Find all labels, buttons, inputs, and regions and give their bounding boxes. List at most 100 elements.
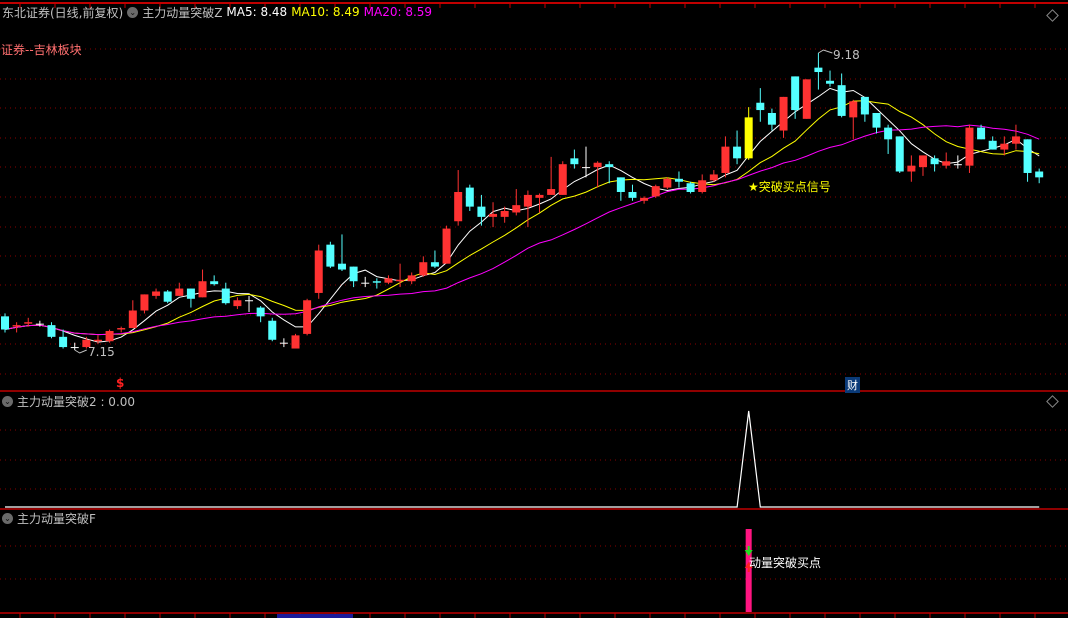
candle-body xyxy=(570,158,579,165)
candle-body xyxy=(767,112,776,125)
candle-body xyxy=(837,85,846,116)
low-price-label: 7.15 xyxy=(88,345,115,359)
candle-body xyxy=(326,244,335,267)
candle-body xyxy=(128,310,137,329)
candle-body xyxy=(314,250,323,293)
candle-body xyxy=(884,127,893,140)
candle-body xyxy=(744,117,753,159)
candle-body xyxy=(1,316,9,330)
candle-body xyxy=(814,67,823,73)
candle-body xyxy=(442,228,451,264)
candle-body xyxy=(221,288,230,304)
candle-body xyxy=(489,213,498,217)
candle-body xyxy=(93,339,102,342)
candle-body xyxy=(663,178,672,188)
candle-body xyxy=(419,262,428,276)
candle-body xyxy=(186,288,195,299)
dollar-marker[interactable]: $ xyxy=(116,376,124,390)
panel3-header: ⌄ 主力动量突破F xyxy=(2,510,96,526)
stock-title: 东北证券(日线,前复权) xyxy=(2,5,124,20)
high-price-label: 9.18 xyxy=(833,48,860,62)
candle-body xyxy=(105,330,114,342)
candle-body xyxy=(918,155,927,168)
candle-body xyxy=(756,102,765,111)
candle-body xyxy=(1011,136,1020,144)
indicator-menu-icon[interactable]: ⌄ xyxy=(2,512,13,524)
candle-body xyxy=(965,127,974,166)
candle-body xyxy=(396,279,405,282)
candle-body xyxy=(140,294,149,311)
candle-body xyxy=(930,158,939,165)
candle-body xyxy=(674,178,683,182)
candle-body xyxy=(709,174,718,181)
candle-body xyxy=(1023,139,1032,173)
candle-body xyxy=(268,320,277,340)
candle-body xyxy=(198,281,207,298)
indicator-menu-icon[interactable]: ⌄ xyxy=(2,395,13,407)
finance-marker[interactable]: 财 xyxy=(845,377,860,393)
candle-body xyxy=(802,79,811,119)
panel2-line xyxy=(5,410,1040,508)
candle-body xyxy=(477,206,486,217)
candle-body xyxy=(686,183,695,192)
candle-body xyxy=(12,325,21,327)
ma5-line xyxy=(4,87,1040,343)
candle-body xyxy=(628,191,637,198)
panel2-header: ⌄ 主力动量突破2 : 0.00 xyxy=(2,393,135,409)
candle-body xyxy=(465,187,474,207)
candle-body xyxy=(907,165,916,172)
candle-body xyxy=(895,136,904,172)
candle-body xyxy=(256,307,265,317)
ma5-value: MA5: 8.48 xyxy=(226,5,288,19)
candle-body xyxy=(47,325,56,337)
ma20-line xyxy=(4,124,1040,336)
candle-body xyxy=(245,300,254,302)
candle-body xyxy=(547,189,556,195)
candle-body xyxy=(523,194,532,207)
candle-body xyxy=(24,322,33,324)
candle-body xyxy=(616,177,625,192)
candle-body xyxy=(605,164,614,168)
candle-body xyxy=(349,266,358,282)
candle-body xyxy=(1035,171,1044,178)
candle-body xyxy=(175,288,184,296)
candle-body xyxy=(233,300,242,307)
candle-body xyxy=(1000,143,1009,150)
candle-body xyxy=(558,164,567,195)
candle-body xyxy=(152,291,161,296)
candle-body xyxy=(372,281,381,283)
kline-chart[interactable] xyxy=(0,0,1068,618)
ma10-value: MA10: 8.49 xyxy=(291,5,360,19)
candle-body xyxy=(791,76,800,111)
panel2-title[interactable]: 主力动量突破2 : 0.00 xyxy=(17,393,135,410)
sector-label: 证券--吉林板块 xyxy=(1,43,82,57)
candle-body xyxy=(640,197,649,201)
candle-body xyxy=(430,262,439,267)
candle-body xyxy=(942,161,951,166)
candle-body xyxy=(279,342,288,344)
candle-body xyxy=(361,282,370,284)
candle-body xyxy=(407,275,416,282)
candle-body xyxy=(303,300,312,334)
main-panel-header: 东北证券(日线,前复权) ⌄ 主力动量突破Z MA5: 8.48 MA10: 8… xyxy=(2,4,432,20)
candle-body xyxy=(826,80,835,84)
candle-body xyxy=(163,291,172,302)
candle-body xyxy=(953,164,962,166)
candle-body xyxy=(384,278,393,283)
candle-body xyxy=(779,96,788,131)
candle-body xyxy=(698,180,707,192)
panel3-title[interactable]: 主力动量突破F xyxy=(17,510,96,527)
indicator-name[interactable]: 主力动量突破Z xyxy=(142,4,222,21)
candle-body xyxy=(337,263,346,270)
candle-body xyxy=(651,186,660,197)
candle-body xyxy=(291,335,300,349)
candle-body xyxy=(210,281,219,285)
candle-body xyxy=(977,127,986,140)
candle-body xyxy=(860,96,869,115)
candle-body xyxy=(535,194,544,198)
candle-body xyxy=(582,167,590,169)
high-pointer xyxy=(818,49,833,54)
indicator-menu-icon[interactable]: ⌄ xyxy=(127,6,139,18)
candle-body xyxy=(721,146,730,173)
candle-body xyxy=(593,162,602,168)
